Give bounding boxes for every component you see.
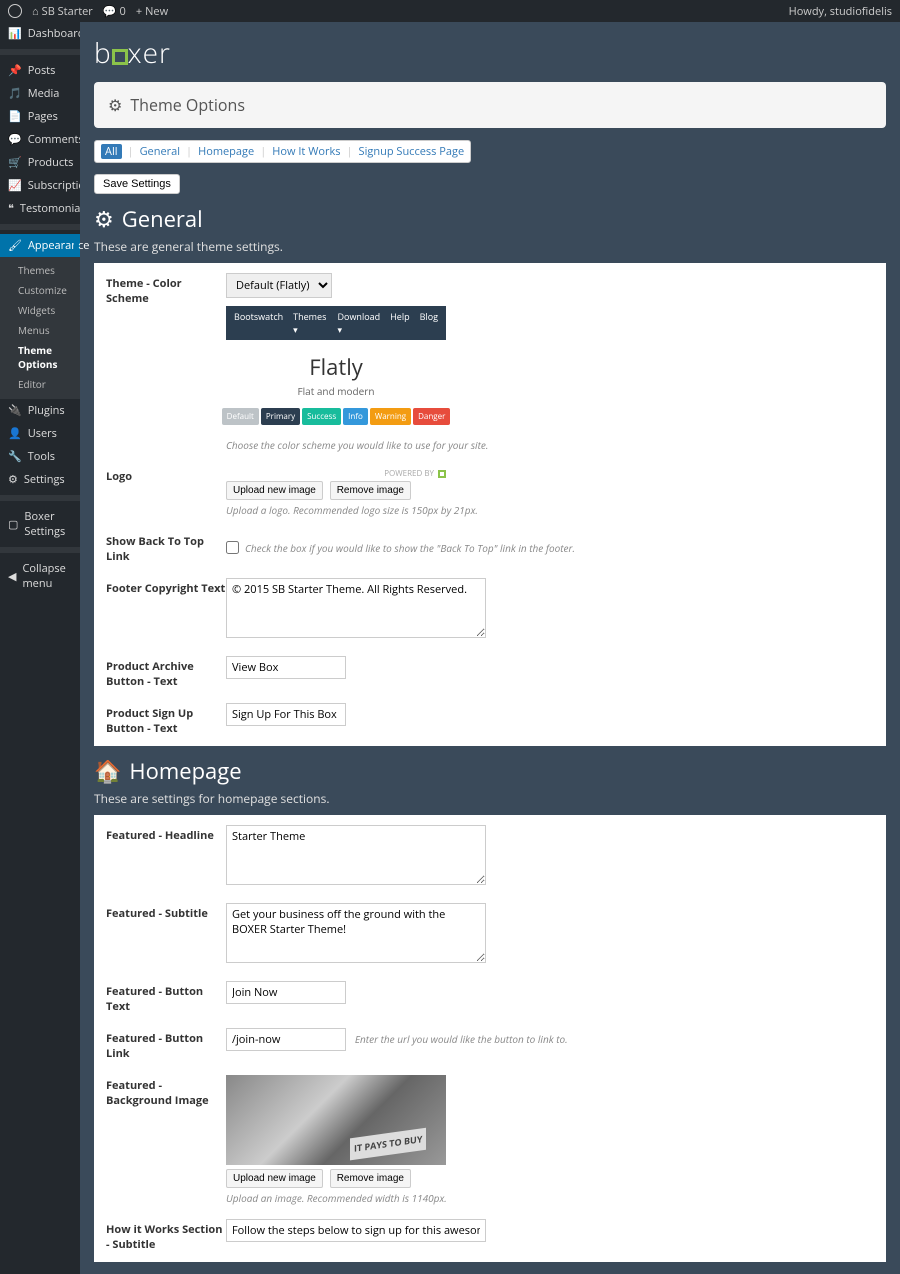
- textarea-headline[interactable]: [226, 825, 486, 885]
- input-archive-btn[interactable]: [226, 656, 346, 679]
- preview-title: Flatly: [266, 352, 406, 382]
- preview-subtitle: Flat and modern: [266, 384, 406, 398]
- menu-boxer-settings[interactable]: ▢ Boxer Settings: [0, 505, 80, 543]
- menu-appearance[interactable]: 🖌 Appearance: [0, 234, 80, 257]
- admin-sidebar: 📊 Dashboard 📌 Posts 🎵 Media 📄 Pages 💬 Co…: [0, 22, 80, 1274]
- label-btn-link: Featured - Button Link: [106, 1028, 226, 1061]
- bg-image-preview: IT PAYS TO BUY: [226, 1075, 446, 1165]
- new-link[interactable]: + New: [136, 4, 168, 19]
- label-subtitle: Featured - Subtitle: [106, 903, 226, 967]
- upload-logo-button[interactable]: Upload new image: [226, 481, 323, 500]
- menu-plugins[interactable]: 🔌 Plugins: [0, 399, 80, 422]
- preview-swatches: DefaultPrimarySuccessInfoWarningDanger: [266, 408, 406, 425]
- tab-all[interactable]: All: [101, 144, 122, 159]
- menu-collapse[interactable]: ◀ Collapse menu: [0, 557, 80, 595]
- submenu-customize[interactable]: Customize: [0, 280, 80, 300]
- submenu-menus[interactable]: Menus: [0, 320, 80, 340]
- section-title-general: ⚙ General: [94, 204, 886, 234]
- site-link[interactable]: ⌂ SB Starter: [32, 4, 93, 19]
- gear-icon: ⚙: [94, 204, 114, 234]
- label-signup-btn: Product Sign Up Button - Text: [106, 703, 226, 736]
- menu-comments[interactable]: 💬 Comments: [0, 128, 80, 151]
- section-tabs: All | General | Homepage | How It Works …: [94, 140, 471, 163]
- menu-settings[interactable]: ⚙ Settings: [0, 468, 80, 491]
- menu-dashboard[interactable]: 📊 Dashboard: [0, 22, 80, 45]
- square-icon: [438, 470, 446, 478]
- gear-icon: ⚙: [108, 94, 122, 116]
- section-desc-homepage: These are settings for homepage sections…: [94, 790, 886, 807]
- menu-tools[interactable]: 🔧 Tools: [0, 445, 80, 468]
- howdy-link[interactable]: Howdy, studiofidelis: [789, 4, 892, 19]
- label-howit-sub: How it Works Section - Subtitle: [106, 1219, 226, 1252]
- label-logo: Logo: [106, 466, 226, 517]
- upload-bg-button[interactable]: Upload new image: [226, 1169, 323, 1188]
- section-homepage: Featured - Headline Featured - Subtitle …: [94, 815, 886, 1262]
- label-archive-btn: Product Archive Button - Text: [106, 656, 226, 689]
- menu-subscriptions[interactable]: 📈 Subscriptions: [0, 174, 80, 197]
- label-back-to-top: Show Back To Top Link: [106, 531, 226, 564]
- select-color-scheme[interactable]: Default (Flatly): [226, 273, 332, 298]
- tab-signup-success[interactable]: Signup Success Page: [359, 144, 465, 159]
- tab-how-it-works[interactable]: How It Works: [272, 144, 340, 159]
- content-area: bxer ⚙ Theme Options All | General | Hom…: [80, 22, 900, 1274]
- tab-general[interactable]: General: [140, 144, 180, 159]
- panel-title: Theme Options: [130, 94, 245, 116]
- home-icon: 🏠: [94, 756, 121, 786]
- comments-link[interactable]: 💬 0: [103, 4, 126, 19]
- label-headline: Featured - Headline: [106, 825, 226, 889]
- section-desc-general: These are general theme settings.: [94, 238, 886, 255]
- menu-testimonials[interactable]: ❝ Testomonials: [0, 197, 80, 220]
- textarea-footer-text[interactable]: [226, 578, 486, 638]
- section-title-homepage: 🏠 Homepage: [94, 756, 886, 786]
- remove-bg-button[interactable]: Remove image: [330, 1169, 411, 1188]
- label-color-scheme: Theme - Color Scheme: [106, 273, 226, 452]
- menu-media[interactable]: 🎵 Media: [0, 82, 80, 105]
- tab-homepage[interactable]: Homepage: [198, 144, 254, 159]
- section-general: Theme - Color Scheme Default (Flatly) Bo…: [94, 263, 886, 746]
- input-howit-sub[interactable]: [226, 1219, 486, 1242]
- checkbox-back-to-top[interactable]: [226, 541, 239, 554]
- text-back-to-top: Check the box if you would like to show …: [245, 541, 575, 555]
- admin-bar: ⌂ SB Starter 💬 0 + New Howdy, studiofide…: [0, 0, 900, 22]
- input-btn-link[interactable]: [226, 1028, 346, 1051]
- submenu-theme-options[interactable]: Theme Options: [0, 340, 80, 374]
- save-settings-button[interactable]: Save Settings: [94, 174, 180, 194]
- wp-logo[interactable]: [8, 4, 22, 18]
- textarea-subtitle[interactable]: [226, 903, 486, 963]
- menu-products[interactable]: 🛒 Products: [0, 151, 80, 174]
- submenu-themes[interactable]: Themes: [0, 260, 80, 280]
- hint-logo: Upload a logo. Recommended logo size is …: [226, 503, 874, 517]
- submenu-editor[interactable]: Editor: [0, 374, 80, 394]
- input-btn-text[interactable]: [226, 981, 346, 1004]
- hint-bg-image: Upload an image. Recommended width is 11…: [226, 1191, 874, 1205]
- preview-nav: Bootswatch Themes ▾ Download ▾ Help Blog: [226, 306, 446, 340]
- menu-users[interactable]: 👤 Users: [0, 422, 80, 445]
- remove-logo-button[interactable]: Remove image: [330, 481, 411, 500]
- label-btn-text: Featured - Button Text: [106, 981, 226, 1014]
- input-signup-btn[interactable]: [226, 703, 346, 726]
- panel-heading: ⚙ Theme Options: [94, 82, 886, 128]
- submenu-appearance: Themes Customize Widgets Menus Theme Opt…: [0, 257, 80, 399]
- submenu-widgets[interactable]: Widgets: [0, 300, 80, 320]
- brand-logo: bxer: [94, 34, 886, 72]
- label-footer-text: Footer Copyright Text: [106, 578, 226, 642]
- menu-pages[interactable]: 📄 Pages: [0, 105, 80, 128]
- hint-color-scheme: Choose the color scheme you would like t…: [226, 438, 874, 452]
- hint-btn-link: Enter the url you would like the button …: [355, 1032, 568, 1046]
- menu-posts[interactable]: 📌 Posts: [0, 59, 80, 82]
- label-bg-image: Featured - Background Image: [106, 1075, 226, 1205]
